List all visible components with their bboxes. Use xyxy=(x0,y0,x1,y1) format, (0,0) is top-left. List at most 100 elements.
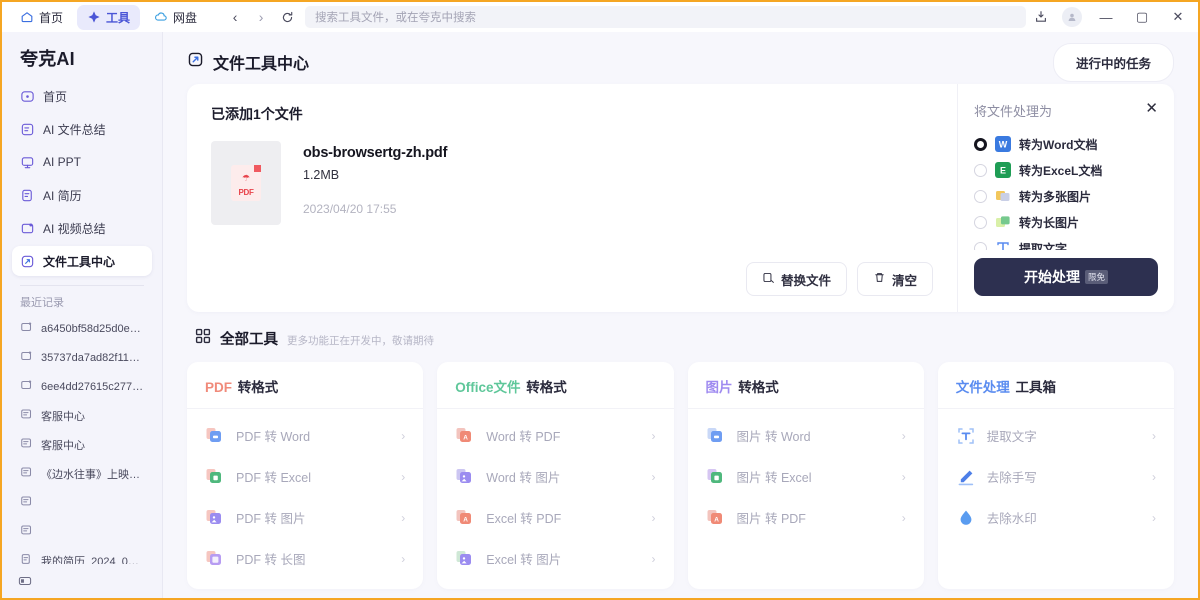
option-to-word[interactable]: W 转为Word文档 xyxy=(974,131,1158,157)
tool-card-body: A Word 转 PDF › Word 转 图片 › A Excel 转 PDF xyxy=(437,409,673,589)
tool-row-pdf-to-word[interactable]: PDF 转 Word › xyxy=(197,415,413,456)
file-summary-icon xyxy=(20,122,35,137)
chevron-right-icon: › xyxy=(1152,470,1156,484)
title-bar: 首页 工具 网盘 ‹ › 搜索工具文件，或在夸克中搜 xyxy=(2,2,1198,32)
tool-row-excel-to-pdf[interactable]: A Excel 转 PDF › xyxy=(447,497,663,538)
doc-record-icon xyxy=(20,465,34,482)
collapse-sidebar-icon[interactable] xyxy=(12,564,152,598)
window-tabs: 首页 工具 网盘 xyxy=(10,5,207,30)
close-icon[interactable]: ✕ xyxy=(1145,101,1158,116)
radio-button[interactable] xyxy=(974,164,987,177)
pdf-icon-label: PDF xyxy=(238,188,253,197)
window-body: 夸克AI 首页 AI 文件总结 AI PPT xyxy=(2,32,1198,598)
list-item[interactable]: 《边水往事》上映平台... xyxy=(12,459,152,488)
option-to-excel[interactable]: E 转为ExceL文档 xyxy=(974,157,1158,183)
tool-row-word-to-pdf[interactable]: A Word 转 PDF › xyxy=(447,415,663,456)
ongoing-tasks-button[interactable]: 进行中的任务 xyxy=(1053,43,1174,82)
tool-row-label: Word 转 PDF xyxy=(486,426,560,445)
list-item-label: 6ee4dd27615c277af85... xyxy=(41,381,144,393)
list-item[interactable]: 我的简历_2024_08_05 xyxy=(12,546,152,564)
file-size: 1.2MB xyxy=(303,168,447,182)
sidebar-item-video-summary[interactable]: AI 视频总结 xyxy=(12,213,152,243)
resume-record-icon xyxy=(20,552,34,564)
list-item[interactable]: 35737da7ad82f11ac66... xyxy=(12,343,152,372)
tool-row-remove-watermark[interactable]: 去除水印 › xyxy=(948,497,1164,538)
list-item[interactable] xyxy=(12,517,152,546)
reload-icon[interactable] xyxy=(275,5,299,29)
tool-row-excel-to-image[interactable]: Excel 转 图片 › xyxy=(447,538,663,579)
tool-card-title: 文件处理 工具箱 xyxy=(938,362,1174,409)
doc-record-icon xyxy=(20,407,34,424)
option-to-long-image[interactable]: 转为长图片 xyxy=(974,209,1158,235)
list-item-label: 《边水往事》上映平台... xyxy=(41,466,144,482)
sidebar-item-file-summary[interactable]: AI 文件总结 xyxy=(12,114,152,144)
avatar[interactable] xyxy=(1062,7,1082,27)
tool-row-image-to-pdf[interactable]: A 图片 转 PDF › xyxy=(698,497,914,538)
tool-row-remove-handwriting[interactable]: 去除手写 › xyxy=(948,456,1164,497)
replace-file-button[interactable]: 替换文件 xyxy=(746,262,847,296)
image-to-pdf-icon: A xyxy=(706,508,726,528)
tool-row-image-to-word[interactable]: 图片 转 Word › xyxy=(698,415,914,456)
svg-text:W: W xyxy=(999,140,1008,150)
all-tools-section-header: 全部工具 更多功能正在开发中，敬请期待 xyxy=(187,312,1174,362)
back-button[interactable]: ‹ xyxy=(223,5,247,29)
app-window: 首页 工具 网盘 ‹ › 搜索工具文件，或在夸克中搜 xyxy=(0,0,1200,600)
chevron-right-icon: › xyxy=(652,552,656,566)
tool-card-title: PDF 转格式 xyxy=(187,362,423,409)
maximize-button[interactable]: ▢ xyxy=(1124,2,1160,32)
forward-button[interactable]: › xyxy=(249,5,273,29)
radio-button[interactable] xyxy=(974,242,987,251)
tool-row-pdf-to-image[interactable]: PDF 转 图片 › xyxy=(197,497,413,538)
clear-button[interactable]: 清空 xyxy=(857,262,933,296)
sidebar-item-file-tools[interactable]: 文件工具中心 xyxy=(12,246,152,276)
tool-row-extract-text[interactable]: 提取文字 › xyxy=(948,415,1164,456)
window-tab-netdisk[interactable]: 网盘 xyxy=(144,5,207,30)
list-item[interactable]: 6ee4dd27615c277af85... xyxy=(12,372,152,401)
window-tab-label: 首页 xyxy=(39,9,63,26)
sidebar-item-ai-ppt[interactable]: AI PPT xyxy=(12,147,152,177)
doc-record-icon xyxy=(20,436,34,453)
tool-card-accent: 图片 xyxy=(706,380,733,395)
tool-card-accent: 文件处理 xyxy=(956,380,1010,395)
file-name: obs-browsertg-zh.pdf xyxy=(303,145,447,161)
tool-card-suffix: 转格式 xyxy=(234,380,278,395)
tool-row-label: PDF 转 长图 xyxy=(236,549,305,568)
sidebar-item-ai-resume[interactable]: AI 简历 xyxy=(12,180,152,210)
svg-text:A: A xyxy=(714,516,719,523)
list-item[interactable] xyxy=(12,488,152,517)
list-item[interactable]: 客服中心 xyxy=(12,401,152,430)
radio-button[interactable] xyxy=(974,190,987,203)
tool-card-title: 图片 转格式 xyxy=(688,362,924,409)
close-button[interactable]: ✕ xyxy=(1160,2,1196,32)
tool-row-pdf-to-longimage[interactable]: PDF 转 长图 › xyxy=(197,538,413,579)
tool-row-label: 提取文字 xyxy=(987,426,1037,445)
window-tab-home[interactable]: 首页 xyxy=(10,5,73,30)
list-item[interactable]: 客服中心 xyxy=(12,430,152,459)
option-extract-text[interactable]: 提取文字 xyxy=(974,235,1158,250)
list-item[interactable]: a6450bf58d25d0e251... xyxy=(12,314,152,343)
tool-row-image-to-excel[interactable]: 图片 转 Excel › xyxy=(698,456,914,497)
sidebar-item-home[interactable]: 首页 xyxy=(12,81,152,111)
start-process-button[interactable]: 开始处理 限免 xyxy=(974,258,1158,296)
window-tab-tools[interactable]: 工具 xyxy=(77,5,140,30)
pdf-to-longimage-icon xyxy=(205,549,225,569)
download-icon[interactable] xyxy=(1026,2,1056,32)
tool-row-pdf-to-excel[interactable]: PDF 转 Excel › xyxy=(197,456,413,497)
toolbox-icon xyxy=(20,254,35,269)
tool-row-label: Excel 转 PDF xyxy=(486,508,561,527)
tool-row-word-to-image[interactable]: Word 转 图片 › xyxy=(447,456,663,497)
radio-button[interactable] xyxy=(974,138,987,151)
tool-card-image: 图片 转格式 图片 转 Word › 图片 转 Excel › xyxy=(688,362,924,589)
upload-actions: 替换文件 清空 xyxy=(211,262,933,296)
search-input[interactable]: 搜索工具文件，或在夸克中搜索 xyxy=(305,6,1026,28)
radio-button[interactable] xyxy=(974,216,987,229)
minimize-button[interactable]: — xyxy=(1088,2,1124,32)
excel-to-pdf-icon: A xyxy=(455,508,475,528)
option-to-multi-image[interactable]: 转为多张图片 xyxy=(974,183,1158,209)
tool-card-fileprocess: 文件处理 工具箱 提取文字 › 去除手写 › xyxy=(938,362,1174,589)
chevron-right-icon: › xyxy=(652,429,656,443)
file-info: obs-browsertg-zh.pdf 1.2MB 2023/04/20 17… xyxy=(303,141,447,225)
image-to-excel-icon xyxy=(706,467,726,487)
pdf-icon-corner xyxy=(254,165,261,172)
chevron-right-icon: › xyxy=(401,511,405,525)
